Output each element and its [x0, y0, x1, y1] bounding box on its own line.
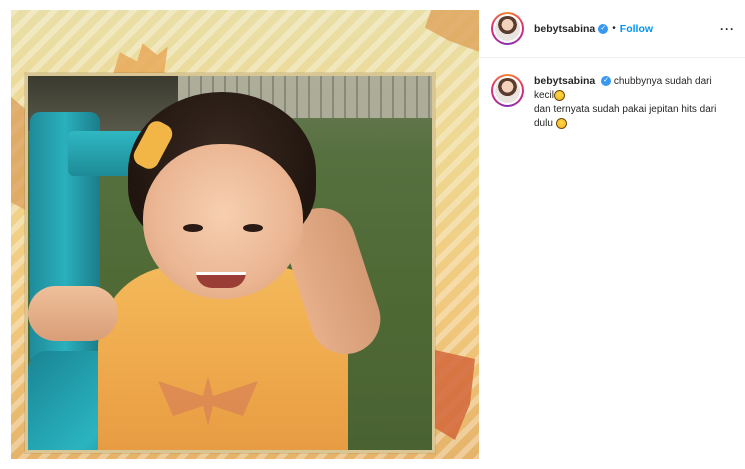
- child-eye: [183, 224, 203, 232]
- instagram-post: bebytsabina ✓ • Follow ··· bebytsabina ✓…: [0, 0, 745, 469]
- avatar[interactable]: [491, 74, 524, 107]
- separator-dot: •: [612, 23, 616, 34]
- post-photo[interactable]: [11, 10, 479, 459]
- verified-badge-icon: ✓: [601, 76, 612, 87]
- follow-button[interactable]: Follow: [620, 23, 653, 35]
- post-header: bebytsabina ✓ • Follow ···: [479, 0, 745, 58]
- grinning-face-emoji-icon: [554, 89, 566, 101]
- caption-username[interactable]: bebytsabina: [534, 75, 595, 87]
- grinning-face-emoji-icon: [555, 117, 567, 129]
- header-username[interactable]: bebytsabina: [534, 23, 595, 35]
- post-caption: bebytsabina ✓ chubbynya sudah dari kecil…: [491, 74, 741, 131]
- verified-badge-icon: ✓: [598, 23, 609, 34]
- post-side-panel: bebytsabina ✓ • Follow ··· bebytsabina ✓…: [479, 0, 745, 469]
- caption-text: bebytsabina ✓ chubbynya sudah dari kecil…: [534, 74, 734, 131]
- child-arm: [28, 286, 118, 341]
- vintage-photo-frame: [25, 73, 435, 453]
- profile-picture: [495, 78, 520, 103]
- child-photo: [28, 76, 432, 450]
- autumn-leaf-decoration: [425, 10, 479, 54]
- avatar[interactable]: [491, 12, 524, 45]
- child-eye: [243, 224, 263, 232]
- more-options-icon[interactable]: ···: [720, 22, 735, 36]
- profile-picture: [495, 16, 520, 41]
